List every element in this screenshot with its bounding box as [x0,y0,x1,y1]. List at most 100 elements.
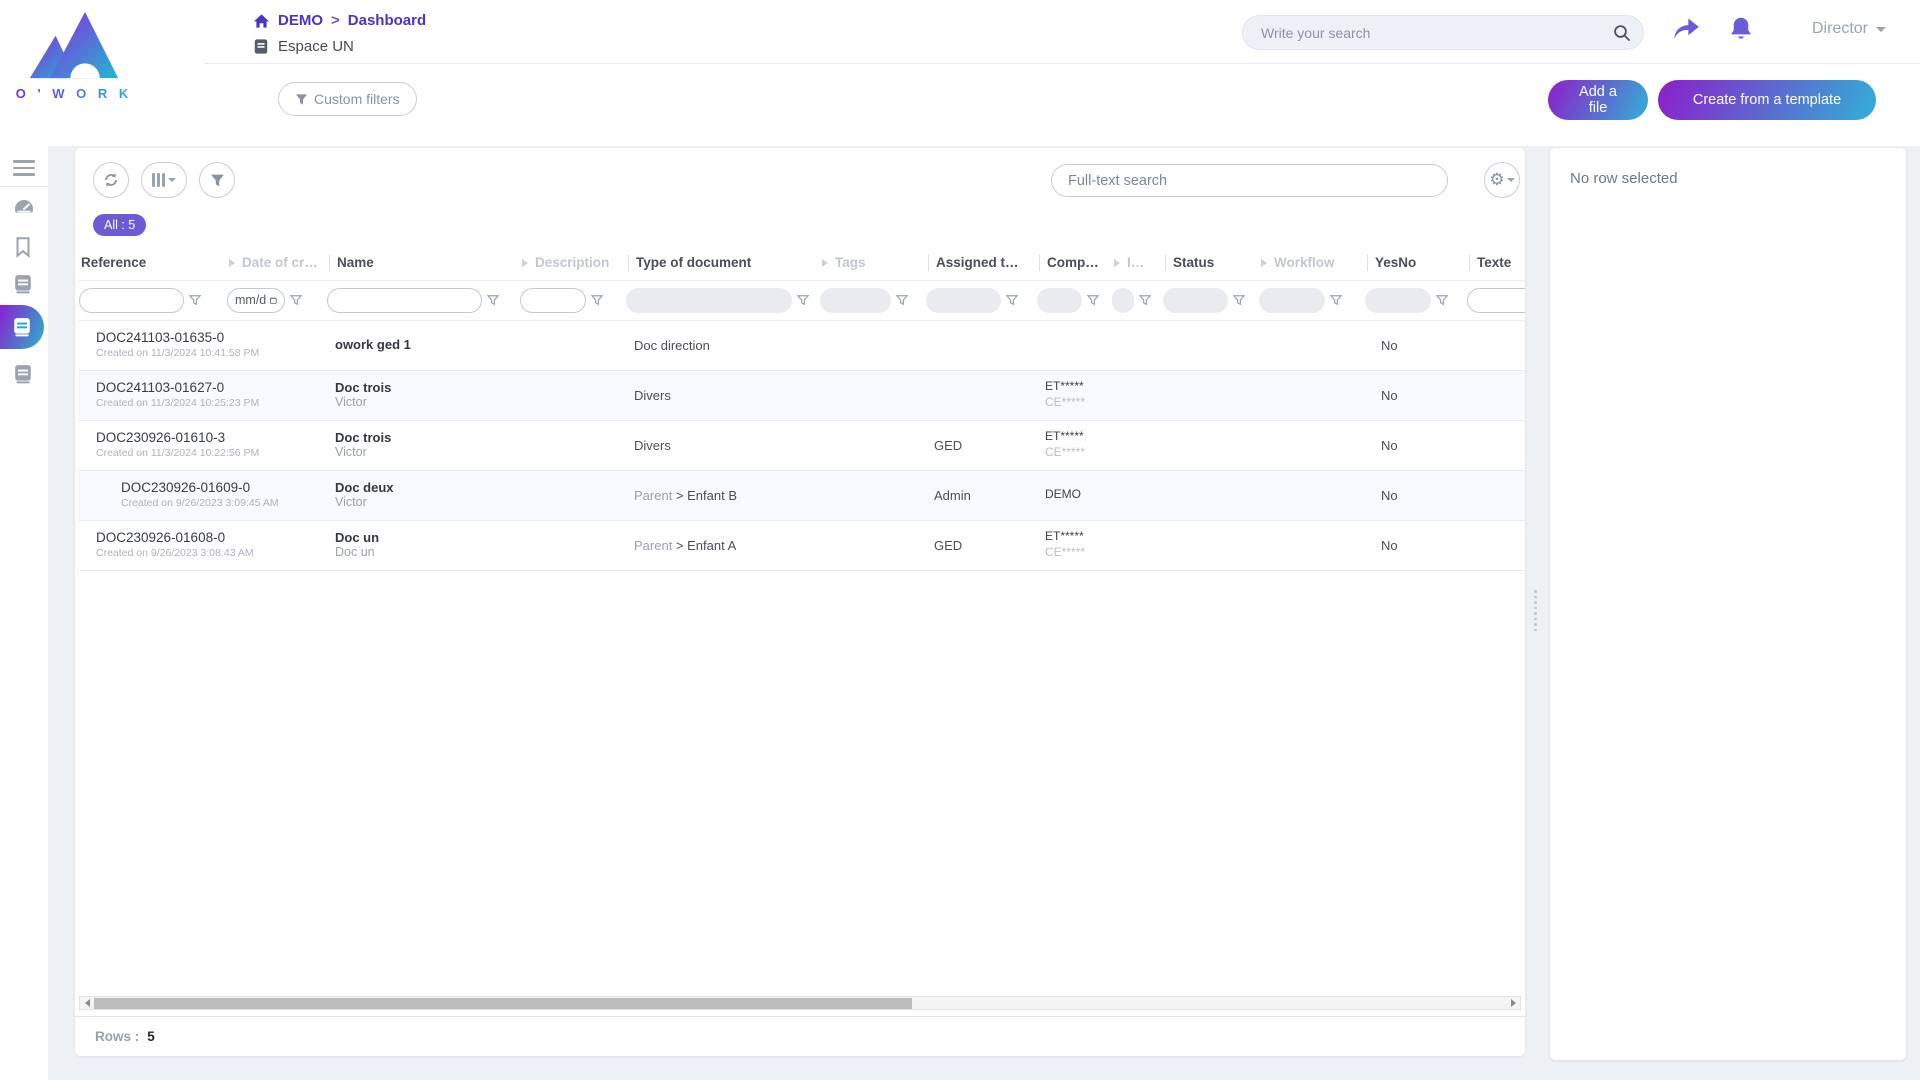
filter-status-input[interactable] [1163,288,1228,313]
documents-panel: ⚙ All : 5 Reference Date of cr… Name Des… [75,148,1525,1056]
table-row[interactable]: w DOC230926-01609-0 Created on 9/26/2023… [79,470,1525,520]
global-search-input[interactable] [1261,25,1613,41]
panel-resize-handle[interactable] [1534,590,1537,631]
funnel-icon[interactable] [591,294,603,306]
filters-button[interactable] [199,162,235,198]
table-row[interactable]: DOC241103-01635-0 Created on 11/3/2024 1… [79,320,1525,370]
funnel-icon[interactable] [896,294,908,306]
col-name[interactable]: Name [327,246,520,280]
filter-company-input[interactable] [1037,288,1082,313]
fulltext-search [1051,164,1448,197]
filter-tags-input[interactable] [820,288,891,313]
col-reference[interactable]: Reference [79,246,227,280]
funnel-icon[interactable] [1233,294,1245,306]
header-divider [205,63,1920,64]
col-yesno[interactable]: YesNo [1365,246,1467,280]
filter-description-input[interactable] [521,289,585,312]
refresh-button[interactable] [93,162,129,198]
chevron-down-icon [1507,178,1515,182]
sidebar-item-bookmarks[interactable] [13,236,33,258]
col-texte[interactable]: Texte [1467,246,1525,280]
all-count-badge[interactable]: All : 5 [93,214,146,236]
scrollbar-thumb[interactable] [94,998,912,1009]
calendar-icon[interactable] [270,295,277,306]
sidebar-item-documents-active[interactable] [0,305,44,349]
filter-name-input[interactable] [328,289,481,312]
col-assigned[interactable]: Assigned t… [926,246,1037,280]
filter-type-input[interactable] [626,288,792,313]
funnel-icon[interactable] [1330,294,1342,306]
search-icon[interactable] [1613,24,1631,42]
col-workflow[interactable]: Workflow [1259,246,1365,280]
col-type[interactable]: Type of document [626,246,820,280]
sidebar-divider [0,186,48,187]
table-settings-button[interactable]: ⚙ [1484,162,1520,198]
rows-count: 5 [147,1029,155,1044]
col-i[interactable]: I… [1112,246,1163,280]
sidebar-item-archive[interactable] [13,364,33,384]
breadcrumb-separator: > [331,12,340,29]
create-template-button[interactable]: Create from a template [1658,80,1876,120]
book-icon [253,38,269,55]
filter-yesno-input[interactable] [1365,288,1431,313]
custom-filters-label: Custom filters [314,91,400,107]
top-header: O ' W O R K DEMO > Dashboard Espace UN D… [0,0,1920,146]
funnel-icon[interactable] [189,294,201,306]
rows-label: Rows : [95,1029,139,1044]
table-footer: Rows : 5 [75,1016,1525,1056]
sort-arrow-icon [229,259,235,267]
filter-workflow-input[interactable] [1259,288,1325,313]
filter-funnel-icon [295,93,308,106]
sort-arrow-icon [1114,259,1120,267]
space-label: Espace UN [278,38,354,55]
col-tags[interactable]: Tags [820,246,926,280]
table-row[interactable]: DOC230926-01608-0 Created on 9/26/2023 3… [79,520,1525,570]
notifications-bell-icon[interactable] [1728,16,1754,43]
scroll-right-icon[interactable] [1506,997,1520,1009]
funnel-icon[interactable] [487,294,499,306]
documents-table: Reference Date of cr… Name Description T… [79,246,1525,571]
sort-arrow-icon [1261,259,1267,267]
funnel-icon[interactable] [797,294,809,306]
user-role-label: Director [1812,20,1868,38]
filter-texte-input[interactable] [1468,289,1525,312]
share-icon[interactable] [1672,16,1700,42]
funnel-icon[interactable] [1087,294,1099,306]
filter-funnel-icon [210,173,225,188]
col-description[interactable]: Description [520,246,626,280]
filter-i-input[interactable] [1112,288,1134,313]
scroll-left-icon[interactable] [80,997,94,1009]
home-icon[interactable] [253,13,270,29]
logo-mountain-icon [28,6,120,84]
table-row[interactable]: DOC241103-01627-0 Created on 11/3/2024 1… [79,370,1525,420]
columns-icon [152,173,165,187]
global-search [1242,15,1644,50]
add-file-button[interactable]: Add a file [1548,80,1648,120]
table-row[interactable]: DOC230926-01610-3 Created on 11/3/2024 1… [79,420,1525,470]
app-logo[interactable]: O ' W O R K [14,6,134,101]
col-date-created[interactable]: Date of cr… [227,246,327,280]
funnel-icon[interactable] [1139,294,1151,306]
col-status[interactable]: Status [1163,246,1259,280]
col-company[interactable]: Comp… [1037,246,1112,280]
horizontal-scrollbar[interactable] [79,996,1521,1010]
sidebar-item-dashboard[interactable] [13,198,35,220]
filter-assigned-input[interactable] [926,288,1001,313]
breadcrumb: DEMO > Dashboard [253,12,426,29]
columns-button[interactable] [141,162,187,198]
user-menu[interactable]: Director [1812,20,1886,38]
space-row: Espace UN [253,38,354,55]
menu-toggle-icon[interactable] [13,156,35,180]
filter-reference-input[interactable] [80,289,183,312]
breadcrumb-root[interactable]: DEMO [278,12,323,29]
funnel-icon[interactable] [1006,294,1018,306]
custom-filters-button[interactable]: Custom filters [278,82,417,116]
breadcrumb-current[interactable]: Dashboard [348,12,426,29]
funnel-icon[interactable] [1436,294,1448,306]
sidebar-item-library[interactable] [13,274,33,294]
chevron-down-icon [168,178,176,182]
filter-date-input[interactable]: mm/d [227,288,285,313]
fulltext-search-input[interactable] [1068,165,1431,196]
table-filter-row: mm/d [79,280,1525,320]
funnel-icon[interactable] [290,294,302,306]
